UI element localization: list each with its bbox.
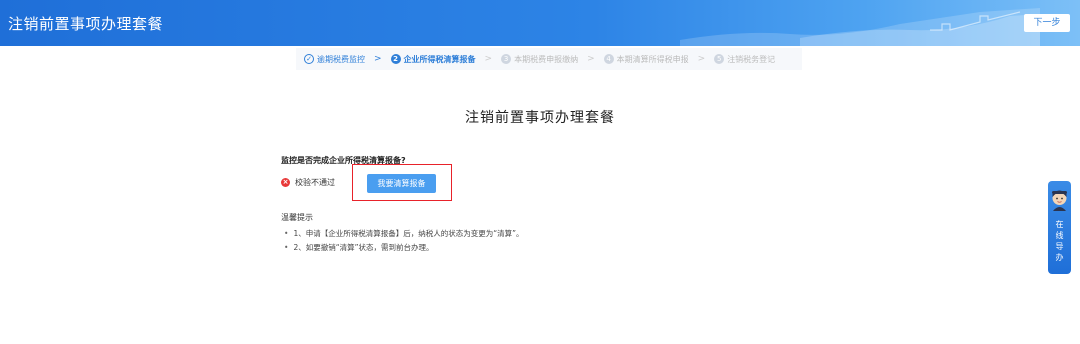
header-bar: 注销前置事项办理套餐 下一步 bbox=[0, 0, 1080, 46]
step-1[interactable]: ✓ 逾期税费监控 bbox=[304, 54, 365, 65]
step-label: 本期清算所得税申报 bbox=[616, 54, 689, 64]
step-label: 本期税费申报缴纳 bbox=[514, 54, 579, 64]
chevron-right-icon: > bbox=[587, 54, 595, 64]
step-3[interactable]: 3 本期税费申报缴纳 bbox=[501, 54, 578, 65]
helper-char: 导 bbox=[1055, 242, 1064, 251]
chevron-right-icon: > bbox=[374, 54, 382, 64]
step-number: 4 bbox=[603, 54, 614, 64]
tips-title: 温馨提示 bbox=[281, 213, 313, 222]
assistant-avatar-icon bbox=[1052, 190, 1067, 211]
helper-label: 在线导办 bbox=[1048, 219, 1071, 263]
step-label: 逾期税费监控 bbox=[317, 54, 365, 64]
step-progress-bar: ✓ 逾期税费监控 > 2 企业所得税清算报备 > 3 本期税费申报缴纳 > 4 … bbox=[296, 48, 802, 70]
helper-char: 在 bbox=[1055, 220, 1064, 229]
tip-item: 2、如要撤销“清算”状态，需到前台办理。 bbox=[284, 241, 523, 255]
chevron-right-icon: > bbox=[484, 54, 493, 64]
status-text: 校验不通过 bbox=[295, 178, 335, 187]
great-wall-decoration bbox=[680, 8, 1040, 46]
online-guide-widget[interactable]: 在线导办 bbox=[1048, 181, 1071, 274]
validation-status: × 校验不通过 bbox=[281, 177, 335, 188]
step-number: 2 bbox=[390, 54, 401, 64]
helper-char: 办 bbox=[1055, 253, 1064, 262]
header-title: 注销前置事项办理套餐 bbox=[8, 15, 164, 33]
step-5[interactable]: 5 注销税务登记 bbox=[714, 54, 775, 65]
tip-item: 1、申请【企业所得税清算报备】后，纳税人的状态为变更为“清算”。 bbox=[284, 227, 523, 241]
step-2[interactable]: 2 企业所得税清算报备 bbox=[390, 54, 476, 65]
page-title: 注销前置事项办理套餐 bbox=[465, 110, 615, 126]
step-label: 注销税务登记 bbox=[727, 54, 776, 64]
tips-list: 1、申请【企业所得税清算报备】后，纳税人的状态为变更为“清算”。 2、如要撤销“… bbox=[284, 227, 523, 255]
step-check-icon: ✓ bbox=[304, 54, 314, 64]
step-4[interactable]: 4 本期清算所得税申报 bbox=[603, 54, 689, 65]
step-number: 5 bbox=[714, 54, 725, 64]
step-number: 3 bbox=[501, 54, 512, 64]
step-label: 企业所得税清算报备 bbox=[403, 54, 476, 64]
liquidation-report-button[interactable]: 我要清算报备 bbox=[367, 174, 436, 193]
error-icon: × bbox=[281, 178, 290, 187]
helper-char: 线 bbox=[1055, 231, 1064, 240]
next-step-button[interactable]: 下一步 bbox=[1024, 14, 1070, 32]
chevron-right-icon: > bbox=[697, 54, 706, 64]
